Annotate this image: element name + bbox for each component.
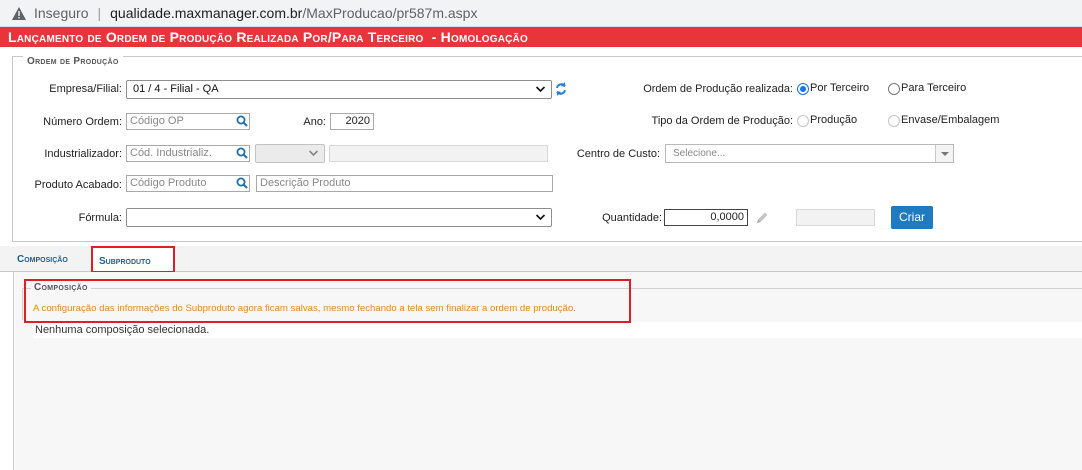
chevron-down-icon [308, 145, 319, 168]
tab-composicao[interactable]: Composição [17, 253, 68, 267]
empty-message: Nenhuma composição selecionada. [33, 322, 1082, 338]
ano-input[interactable]: 2020 [330, 113, 374, 130]
pencil-icon[interactable] [754, 210, 770, 229]
centro-custo-select[interactable]: Selecione... [665, 144, 954, 163]
browser-address-bar[interactable]: Inseguro | qualidade.maxmanager.com.br/M… [0, 0, 1082, 27]
warning-icon[interactable] [12, 6, 26, 20]
ordem-realizada-label: Ordem de Produção realizada: [643, 83, 793, 95]
search-icon[interactable] [236, 147, 248, 159]
industrializador-placeholder: Cód. Industrializ. [130, 147, 212, 159]
url-path: /MaxProducao/pr587m.aspx [302, 5, 478, 21]
quantidade-input[interactable]: 0,0000 [664, 209, 748, 226]
empresa-label: Empresa/Filial: [49, 83, 122, 95]
industrializador-name-field [329, 145, 548, 162]
radio-para-terceiro-label[interactable]: Para Terceiro [901, 82, 966, 94]
quantidade-unit-field [796, 209, 875, 226]
formula-label: Fórmula: [78, 212, 122, 224]
centro-custo-label: Centro de Custo: [576, 148, 660, 160]
produto-descricao-placeholder: Descrição Produto [260, 177, 351, 189]
produto-acabado-label: Produto Acabado: [34, 179, 122, 191]
url-host: qualidade.maxmanager.com.br [110, 5, 303, 21]
tipo-ordem-label: Tipo da Ordem de Produção: [651, 115, 793, 127]
radio-envase-label[interactable]: Envase/Embalagem [901, 114, 999, 126]
radio-envase[interactable] [888, 115, 900, 127]
chevron-down-icon[interactable] [935, 145, 953, 162]
empresa-select[interactable]: 01 / 4 - Filial - QA [126, 80, 552, 99]
radio-por-terceiro[interactable] [797, 83, 809, 95]
page-title: Lançamento de Ordem de Produção Realizad… [0, 27, 1082, 47]
search-icon[interactable] [236, 177, 248, 189]
numero-ordem-placeholder: Código OP [130, 115, 184, 127]
empresa-value: 01 / 4 - Filial - QA [133, 83, 219, 95]
fieldset-legend: Ordem de Produção [23, 56, 123, 68]
radio-para-terceiro[interactable] [888, 83, 900, 95]
industrializador-input[interactable]: Cód. Industrializ. [126, 145, 250, 162]
chevron-down-icon [535, 81, 546, 104]
numero-ordem-label: Número Ordem: [43, 116, 122, 128]
refresh-icon[interactable] [554, 81, 568, 100]
ano-label: Ano: [303, 116, 326, 128]
industrializador-label: Industrializador: [44, 148, 122, 160]
highlight-box-tab [91, 246, 175, 273]
search-icon[interactable] [236, 115, 248, 127]
produto-codigo-placeholder: Código Produto [130, 177, 207, 189]
chevron-down-icon [535, 209, 546, 232]
produto-descricao-input[interactable]: Descrição Produto [256, 175, 553, 192]
radio-producao-label[interactable]: Produção [810, 114, 857, 126]
security-label[interactable]: Inseguro [34, 5, 88, 21]
url-separator: | [97, 5, 102, 21]
quantidade-label: Quantidade: [602, 212, 662, 224]
radio-producao[interactable] [797, 115, 809, 127]
criar-button[interactable]: Criar [891, 206, 933, 229]
formula-select[interactable] [126, 208, 552, 227]
industrializador-type-select[interactable] [255, 144, 325, 163]
centro-custo-placeholder: Selecione... [673, 148, 726, 159]
numero-ordem-input[interactable]: Código OP [126, 113, 250, 130]
url-text[interactable]: qualidade.maxmanager.com.br/MaxProducao/… [110, 5, 477, 21]
highlight-box-notice [24, 279, 631, 323]
radio-por-terceiro-label[interactable]: Por Terceiro [810, 82, 869, 94]
produto-codigo-input[interactable]: Código Produto [126, 175, 250, 192]
